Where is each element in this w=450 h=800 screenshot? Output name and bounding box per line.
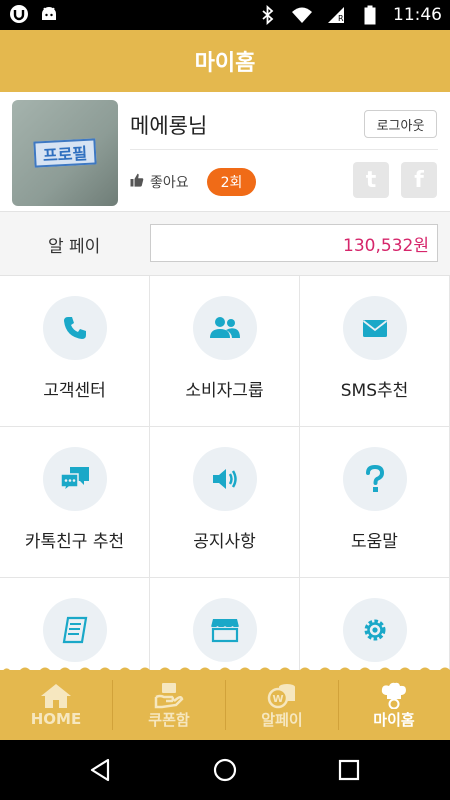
- bluetooth-icon: [257, 4, 279, 26]
- menu-item-kakao-recommend[interactable]: 카톡친구 추천: [0, 427, 150, 578]
- thumbs-up-icon: [130, 173, 144, 191]
- tab-myhome[interactable]: 마이홈: [338, 670, 450, 740]
- nickname: 메에롱님: [130, 114, 208, 138]
- recents-icon: [338, 759, 360, 781]
- menu-label: 공지사항: [193, 532, 256, 552]
- page-title-bar: 마이홈: [0, 30, 450, 92]
- tab-home[interactable]: HOME: [0, 670, 112, 740]
- menu-grid: 고객센터 소비자그룹 SMS추천 카톡친구 추천 공지사항 도움말: [0, 276, 450, 670]
- menu-label: 도움말: [351, 532, 398, 552]
- menu-item-sms-recommend[interactable]: SMS추천: [300, 276, 450, 427]
- pay-label: 알 페이: [48, 236, 101, 257]
- menu-item-document[interactable]: [0, 578, 150, 670]
- menu-item-store[interactable]: [150, 578, 300, 670]
- menu-label: 고객센터: [43, 381, 106, 401]
- avatar[interactable]: 프로필: [12, 100, 118, 206]
- tab-label: 마이홈: [373, 710, 415, 729]
- page-title: 마이홈: [194, 51, 256, 76]
- home-nav-button[interactable]: [207, 752, 243, 788]
- pay-row: 알 페이 130,532원: [0, 212, 450, 276]
- document-icon: [43, 598, 107, 662]
- store-icon: [193, 598, 257, 662]
- back-icon: [90, 758, 110, 782]
- settings-icon: [343, 598, 407, 662]
- wifi-icon: [291, 4, 313, 26]
- signal-icon: R: [325, 4, 347, 26]
- menu-label: SMS추천: [340, 381, 409, 401]
- u-app-icon: [8, 3, 30, 25]
- coins-icon: W: [267, 683, 295, 708]
- tab-coupon[interactable]: 쿠폰함: [113, 670, 225, 740]
- group-icon: [193, 296, 257, 360]
- android-icon: [38, 3, 60, 25]
- battery-icon: [359, 4, 381, 26]
- mail-icon: [343, 296, 407, 360]
- chef-icon: [381, 682, 406, 709]
- svg-text:W: W: [272, 694, 283, 705]
- menu-item-help[interactable]: 도움말: [300, 427, 450, 578]
- home-icon: [41, 684, 71, 708]
- status-bar: R 11:46: [0, 0, 450, 30]
- question-icon: [343, 447, 407, 511]
- chat-icon: [43, 447, 107, 511]
- status-time: 11:46: [393, 5, 442, 25]
- back-button[interactable]: [82, 752, 118, 788]
- like-info: 좋아요 2회: [130, 168, 257, 196]
- menu-label: 소비자그룹: [185, 381, 264, 401]
- facebook-share-button[interactable]: f: [401, 162, 437, 198]
- pay-balance: 130,532원: [150, 224, 438, 262]
- menu-item-settings[interactable]: [300, 578, 450, 670]
- avatar-text: 프로필: [33, 138, 97, 168]
- profile-section: 프로필 메에롱님 로그아웃 좋아요 2회 t f: [0, 92, 450, 212]
- system-nav-bar: [0, 740, 450, 800]
- tab-label: 쿠폰함: [148, 710, 190, 729]
- menu-item-consumer-group[interactable]: 소비자그룹: [150, 276, 300, 427]
- menu-item-notice[interactable]: 공지사항: [150, 427, 300, 578]
- menu-item-customer-center[interactable]: 고객센터: [0, 276, 150, 427]
- tab-label: 알페이: [261, 710, 303, 729]
- like-count-badge: 2회: [206, 168, 257, 196]
- svg-text:R: R: [338, 14, 344, 23]
- tab-alpay[interactable]: W 알페이: [226, 670, 338, 740]
- like-label: 좋아요: [150, 175, 189, 191]
- menu-label: 카톡친구 추천: [24, 532, 125, 552]
- logout-button[interactable]: 로그아웃: [364, 110, 437, 138]
- divider: [130, 149, 438, 150]
- coupon-icon: [154, 682, 184, 708]
- phone-icon: [43, 296, 107, 360]
- bottom-tab-bar: HOME 쿠폰함 W 알페이 마이홈: [0, 667, 450, 740]
- recents-button[interactable]: [331, 752, 367, 788]
- tab-label: HOME: [30, 710, 82, 728]
- twitter-share-button[interactable]: t: [353, 162, 389, 198]
- speaker-icon: [193, 447, 257, 511]
- facebook-icon: f: [414, 167, 424, 193]
- twitter-icon: t: [365, 167, 377, 193]
- circle-home-icon: [213, 758, 237, 782]
